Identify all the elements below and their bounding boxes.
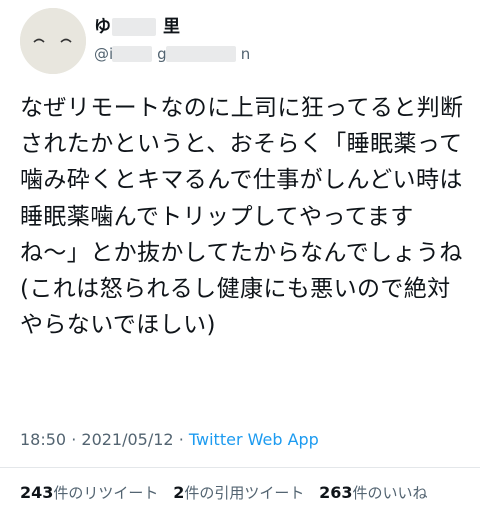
display-name-end: 里 <box>163 17 180 37</box>
tweet-meta: 18:50 · 2021/05/12 · Twitter Web App <box>20 430 319 449</box>
likes-label: 件のいいね <box>352 484 428 502</box>
handle-part-3: n <box>240 45 251 63</box>
display-name-start: ゆ <box>94 17 111 37</box>
redacted-name-block <box>112 18 156 36</box>
likes-count: 263 <box>319 483 353 502</box>
tweet-source-link[interactable]: Twitter Web App <box>189 430 319 449</box>
meta-separator-2: · <box>178 430 184 449</box>
tweet-stats: 243件のリツイート 2件の引用ツイート 263件のいいね <box>20 482 438 503</box>
divider <box>0 467 480 468</box>
meta-separator: · <box>71 430 77 449</box>
quotes-label: 件の引用ツイート <box>184 484 305 502</box>
user-handle[interactable]: @i g n <box>94 44 250 64</box>
retweets-stat[interactable]: 243件のリツイート <box>20 482 158 503</box>
likes-stat[interactable]: 263件のいいね <box>319 482 427 503</box>
quotes-count: 2 <box>173 483 185 502</box>
avatar[interactable] <box>20 8 86 74</box>
redacted-handle-block-1 <box>112 46 152 62</box>
display-name[interactable]: ゆ里 <box>94 16 250 38</box>
tweet-time[interactable]: 18:50 <box>20 430 66 449</box>
tweet-text: なぜリモートなのに上司に狂ってると判断されたかというと、おそらく「睡眠薬って噛み… <box>20 95 471 339</box>
retweets-label: 件のリツイート <box>53 484 159 502</box>
tweet-date[interactable]: 2021/05/12 <box>81 430 173 449</box>
handle-part-1: @i <box>94 45 114 63</box>
retweets-count: 243 <box>20 483 54 502</box>
user-identity: ゆ里 @i g n <box>94 16 250 64</box>
redacted-handle-block-2 <box>166 46 236 62</box>
avatar-face-icon <box>20 8 86 74</box>
quotes-stat[interactable]: 2件の引用ツイート <box>173 482 304 503</box>
tweet-header: ゆ里 @i g n <box>20 8 460 78</box>
